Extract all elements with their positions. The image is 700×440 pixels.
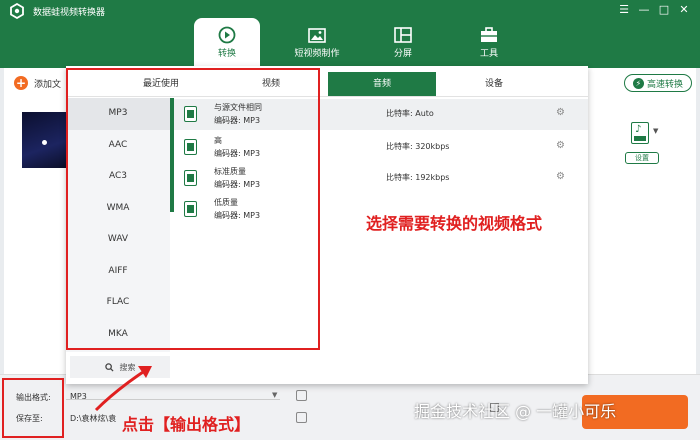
app-logo-icon [10,3,24,19]
add-file-label: 添加文 [34,79,62,90]
plus-icon: + [14,76,28,90]
main-tabs: 转换 短视频制作 分屏 工具 [194,18,532,66]
bolt-icon: ⚡ [632,77,644,89]
annotation-click-output: 点击【输出格式】 [122,415,251,434]
window-controls: ☰ — □ ✕ [614,3,694,17]
split-screen-icon [394,27,412,43]
quality-bitrate: 比特率: Auto [386,109,434,118]
output-format-caret-icon[interactable]: ▼ [272,391,277,399]
tab-label: 工具 [479,49,498,59]
output-format-highlight [2,378,64,438]
gear-icon[interactable]: ⚙ [556,140,565,151]
quality-bitrate: 比特率: 320kbps [386,142,450,151]
video-thumbnail[interactable] [22,112,72,168]
output-format-file-icon[interactable]: ♪ [631,122,649,144]
format-list-highlight [66,68,320,350]
tab-label: 转换 [217,49,236,59]
annotation-select-format: 选择需要转换的视频格式 [366,214,543,233]
tab-label: 短视频制作 [294,49,340,59]
fast-convert-label: 高速转换 [646,79,683,90]
tab-split-screen[interactable]: 分屏 [360,18,446,66]
title-bar: 数据蛙视频转换器 ☰ — □ ✕ 转换 短视频制作 分屏 工具 [0,0,700,68]
toolbox-icon [481,27,497,42]
format-caret-icon[interactable]: ▼ [653,127,658,135]
watermark: 掘金技术社区 @ 一罐小可乐 [414,402,617,421]
short-video-icon [308,28,326,43]
dialog-tab-audio[interactable]: 音频 [328,72,436,96]
convert-icon [218,26,236,44]
dialog-tab-device[interactable]: 设备 [436,72,552,96]
format-settings-icon[interactable] [296,390,307,401]
tab-tools[interactable]: 工具 [446,18,532,66]
settings-button[interactable]: 设置 [625,152,659,164]
close-icon[interactable]: ✕ [674,3,694,17]
moon-icon [42,140,47,145]
gear-icon[interactable]: ⚙ [556,171,565,182]
tab-label: 分屏 [393,49,412,59]
add-file-button[interactable]: + 添加文 [14,76,61,90]
app-title: 数据蛙视频转换器 [33,8,106,18]
format-bar-icon [634,136,646,141]
quality-bitrate: 比特率: 192kbps [386,173,450,182]
tab-short-video[interactable]: 短视频制作 [274,18,360,66]
tab-convert[interactable]: 转换 [194,18,260,66]
minimize-icon[interactable]: — [634,3,654,17]
fast-convert-button[interactable]: ⚡ 高速转换 [624,74,692,92]
gear-icon[interactable]: ⚙ [556,107,565,118]
music-note-icon: ♪ [635,124,642,135]
maximize-icon[interactable]: □ [654,3,674,17]
folder-icon[interactable] [296,412,307,423]
menu-icon[interactable]: ☰ [614,3,634,17]
